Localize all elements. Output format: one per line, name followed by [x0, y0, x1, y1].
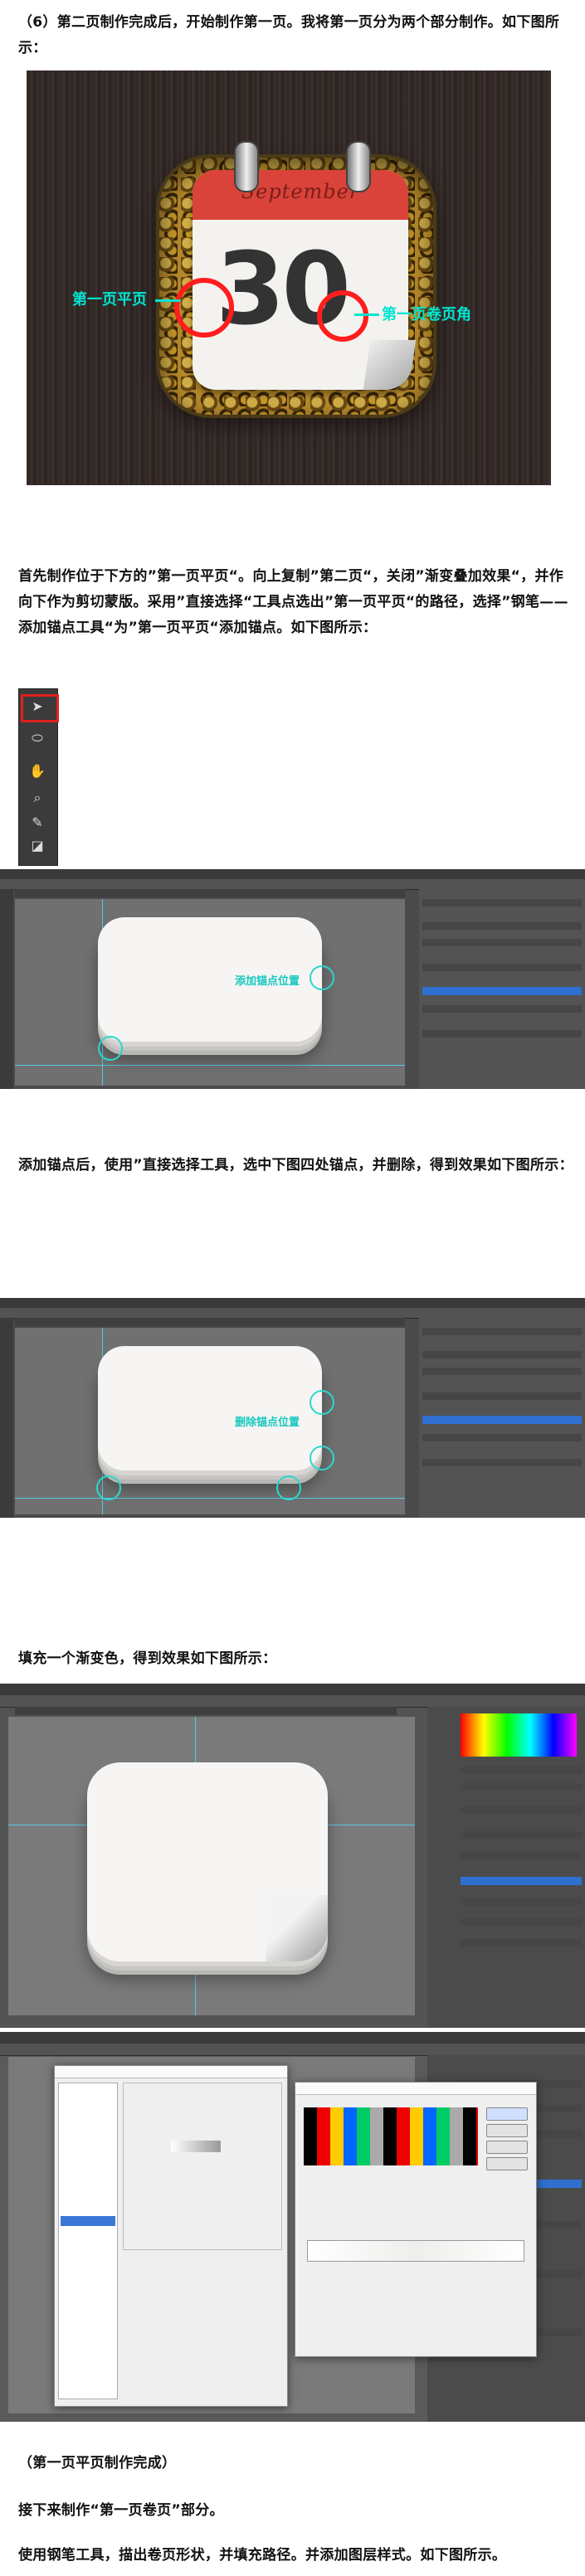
paragraph-pen-step: 使用钢笔工具，描出卷页形状，并填充路径。并添加图层样式。如下图所示。	[18, 2547, 507, 2564]
panel-row	[422, 964, 582, 971]
annotation-add-anchor: 添加锚点位置	[235, 975, 300, 988]
panel-row	[422, 1434, 582, 1441]
panel-row	[461, 1831, 582, 1839]
style-gradient-overlay-selected[interactable]	[61, 2216, 115, 2226]
options-bar	[0, 2044, 585, 2056]
layer-selected[interactable]	[422, 987, 582, 995]
color-swatch-icon[interactable]: ◪	[26, 837, 49, 855]
highlight-circle-left	[174, 278, 234, 338]
anchor-marker-bottom-right	[276, 1475, 301, 1500]
direct-select-tool-icon[interactable]: ➤	[26, 697, 49, 716]
load-button[interactable]	[486, 2141, 528, 2154]
menu-bar	[0, 1684, 585, 1695]
panel-row	[422, 1392, 582, 1400]
gradient-editor-dialog	[295, 2082, 537, 2357]
style-options	[123, 2083, 282, 2250]
right-panels	[427, 1707, 585, 2028]
arrow-left	[155, 299, 180, 302]
panel-row	[422, 1368, 582, 1375]
menu-bar	[0, 1298, 585, 1308]
ps-screenshot-gradient-result	[0, 1684, 585, 2028]
gradient-bar[interactable]	[307, 2240, 524, 2262]
gradient-presets[interactable]	[304, 2107, 478, 2165]
hand-tool-icon[interactable]: ✋	[26, 762, 49, 780]
page-curl-shape	[266, 1895, 328, 1961]
anchor-marker-bottom-left	[96, 1475, 121, 1500]
menu-bar	[0, 869, 585, 879]
toolbox-panel: ➤ ⬭ ✋ ⌕ ✎ ◪	[18, 688, 59, 866]
ps-screenshot-layer-style	[0, 2032, 585, 2422]
paragraph-step-anchor: 首先制作位于下方的”第一页平页“。向上复制”第二页“，关闭”渐变叠加效果“，并作…	[18, 568, 568, 636]
menu-bar	[0, 2032, 585, 2044]
cancel-button[interactable]	[486, 2124, 528, 2137]
calendar-month: September	[241, 180, 360, 203]
dialog-titlebar	[55, 2066, 287, 2078]
binder-ring-left	[234, 141, 259, 192]
layer-selected[interactable]	[461, 1877, 582, 1885]
canvas-area	[8, 1717, 415, 2015]
ps-screenshot-add-anchor: 添加锚点位置	[0, 869, 585, 1089]
paragraph-flat-done: （第一页平页制作完成）	[18, 2455, 177, 2472]
anchor-marker-bottom	[98, 1036, 123, 1061]
document-tabs	[15, 1318, 405, 1326]
panel-row	[422, 1351, 582, 1358]
panel-row	[422, 1005, 582, 1013]
panel-row	[461, 1783, 582, 1791]
panel-row	[422, 1328, 582, 1335]
options-bar	[0, 1695, 585, 1708]
panel-row	[422, 899, 582, 906]
paragraph-step-gradient: 填充一个渐变色，得到效果如下图所示：	[18, 1650, 277, 1667]
canvas-area: 添加锚点位置	[15, 899, 405, 1086]
right-panels	[419, 889, 585, 1089]
panel-row	[461, 1898, 582, 1905]
tools-column	[0, 1318, 13, 1518]
swatches-panel	[461, 1713, 577, 1757]
style-list	[58, 2083, 118, 2399]
icon-page-shape	[98, 1346, 322, 1470]
panel-row	[461, 1918, 582, 1926]
tools-column	[0, 889, 13, 1089]
panel-row	[422, 922, 582, 930]
binder-ring-right	[346, 141, 371, 192]
layer-selected[interactable]	[422, 1416, 582, 1424]
anchor-marker-right-bottom	[310, 1446, 334, 1470]
label-first-page-flat: 第一页平页	[72, 291, 147, 309]
layer-style-dialog	[54, 2065, 288, 2407]
zoom-tool-icon[interactable]: ⌕	[26, 789, 49, 807]
document-tabs	[15, 889, 405, 897]
right-panels	[419, 1318, 585, 1518]
panel-row	[461, 1806, 582, 1814]
guide-horizontal	[15, 1065, 405, 1066]
ps-screenshot-delete-anchor: 删除锚点位置	[0, 1298, 585, 1518]
panel-row	[422, 1459, 582, 1466]
document-tabs	[15, 1707, 397, 1715]
calendar-icon-preview: September 30 第一页平页 第一页卷页角	[27, 70, 551, 485]
arrow-right	[354, 313, 379, 316]
panel-row	[422, 1030, 582, 1038]
panel-row	[461, 1852, 582, 1859]
anchor-marker-right-top	[310, 1390, 334, 1415]
panel-row	[461, 1767, 582, 1774]
panel-row	[461, 1939, 582, 1947]
ok-button[interactable]	[486, 2107, 528, 2121]
dialog-titlebar	[295, 2083, 536, 2095]
anchor-marker-right	[310, 965, 334, 990]
save-button[interactable]	[486, 2157, 528, 2170]
annotation-delete-anchor: 删除锚点位置	[235, 1417, 300, 1429]
guide-horizontal	[15, 1498, 405, 1499]
label-first-page-curl: 第一页卷页角	[382, 306, 471, 323]
canvas-area: 删除锚点位置	[15, 1328, 405, 1514]
paragraph-curl-intro: 接下来制作“第一页卷页”部分。	[18, 2502, 224, 2519]
paragraph-step-delete: 添加锚点后，使用”直接选择工具，选中下图四处锚点，并删除，得到效果如下图所示：	[18, 1157, 573, 1174]
ellipse-tool-icon[interactable]: ⬭	[26, 729, 49, 747]
highlight-circle-right	[317, 290, 368, 342]
gradient-preview[interactable]	[171, 2141, 221, 2152]
edit-tool-icon[interactable]: ✎	[26, 814, 49, 832]
paragraph-intro: （6）第二页制作完成后，开始制作第一页。我将第一页分为两个部分制作。如下图所示：	[18, 14, 560, 56]
panel-row	[422, 939, 582, 946]
